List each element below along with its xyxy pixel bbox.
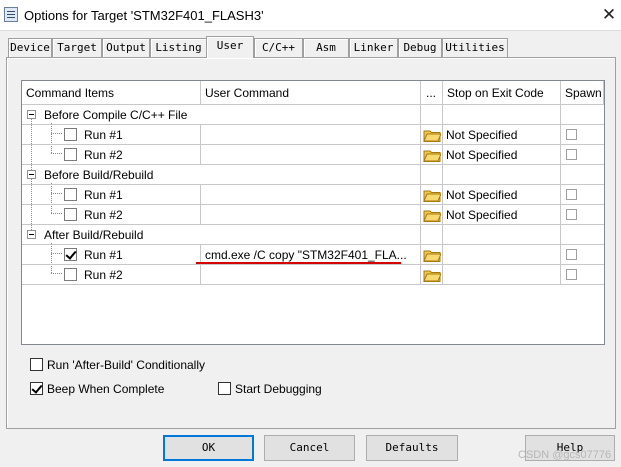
group-row[interactable]: Before Build/Rebuild (22, 165, 604, 185)
spawn-checkbox[interactable] (566, 189, 577, 200)
tab-c-cpp[interactable]: C/C++ (254, 38, 303, 57)
stop-on-exit-code-value[interactable]: Not Specified (446, 208, 517, 222)
command-row[interactable]: Not Specified Run #2 (22, 205, 604, 225)
group-row[interactable]: After Build/Rebuild (22, 225, 604, 245)
group-label: Before Build/Rebuild (44, 168, 154, 182)
collapse-icon[interactable] (27, 110, 36, 119)
tab-linker[interactable]: Linker (349, 38, 398, 57)
tab-output[interactable]: Output (102, 38, 150, 57)
tab-asm[interactable]: Asm (303, 38, 349, 57)
browse-folder-icon[interactable] (423, 208, 441, 222)
col-header-user-command[interactable]: User Command (201, 81, 421, 105)
command-row[interactable]: Run #2 (22, 265, 604, 285)
beep-when-complete-label[interactable]: Beep When Complete (47, 382, 164, 396)
stop-on-exit-code-value[interactable]: Not Specified (446, 148, 517, 162)
tab-listing[interactable]: Listing (150, 38, 207, 57)
tab-debug[interactable]: Debug (398, 38, 442, 57)
col-header-spawn[interactable]: Spawn (561, 81, 604, 105)
group-row[interactable]: Before Compile C/C++ File (22, 105, 604, 125)
run-label: Run #2 (84, 208, 123, 222)
spawn-checkbox[interactable] (566, 249, 577, 260)
tab-device[interactable]: Device (8, 38, 52, 57)
browse-folder-icon[interactable] (423, 148, 441, 162)
beep-when-complete-checkbox[interactable] (30, 382, 43, 395)
run-label: Run #2 (84, 268, 123, 282)
title-bar: Options for Target 'STM32F401_FLASH3' ✕ (0, 0, 621, 31)
run-label: Run #1 (84, 188, 123, 202)
user-command-text[interactable]: cmd.exe /C copy "STM32F401_FLA... (205, 248, 407, 262)
tab-target[interactable]: Target (52, 38, 102, 57)
window-title: Options for Target 'STM32F401_FLASH3' (24, 8, 264, 23)
run-label: Run #2 (84, 148, 123, 162)
browse-folder-icon[interactable] (423, 188, 441, 202)
ok-button[interactable]: OK (163, 435, 254, 461)
run-checkbox[interactable] (64, 208, 77, 221)
command-row[interactable]: Not Specified Run #2 (22, 145, 604, 165)
browse-folder-icon[interactable] (423, 248, 441, 262)
app-icon (4, 7, 18, 22)
col-header-browse[interactable]: ... (421, 81, 443, 105)
run-checkbox[interactable] (64, 268, 77, 281)
group-label: Before Compile C/C++ File (44, 108, 188, 122)
run-checkbox-checked[interactable] (64, 248, 77, 261)
spawn-checkbox[interactable] (566, 129, 577, 140)
group-label: After Build/Rebuild (44, 228, 144, 242)
stop-on-exit-code-value[interactable]: Not Specified (446, 188, 517, 202)
annotation-underline (196, 262, 401, 264)
run-checkbox[interactable] (64, 188, 77, 201)
spawn-checkbox[interactable] (566, 209, 577, 220)
close-icon[interactable]: ✕ (598, 4, 620, 26)
run-checkbox[interactable] (64, 148, 77, 161)
col-header-command-items[interactable]: Command Items (22, 81, 201, 105)
command-row[interactable]: Not Specified Run #1 (22, 185, 604, 205)
browse-folder-icon[interactable] (423, 128, 441, 142)
collapse-icon[interactable] (27, 230, 36, 239)
start-debugging-label[interactable]: Start Debugging (235, 382, 322, 396)
run-after-build-checkbox[interactable] (30, 358, 43, 371)
start-debugging-checkbox[interactable] (218, 382, 231, 395)
collapse-icon[interactable] (27, 170, 36, 179)
spawn-checkbox[interactable] (566, 149, 577, 160)
tab-utilities[interactable]: Utilities (442, 38, 508, 57)
browse-folder-icon[interactable] (423, 268, 441, 282)
col-header-stop-on-exit-code[interactable]: Stop on Exit Code (443, 81, 561, 105)
watermark: CSDN @gcs07776 (518, 449, 612, 461)
stop-on-exit-code-value[interactable]: Not Specified (446, 128, 517, 142)
run-label: Run #1 (84, 248, 123, 262)
command-row[interactable]: Not Specified Run #1 (22, 125, 604, 145)
cancel-button[interactable]: Cancel (264, 435, 355, 461)
spawn-checkbox[interactable] (566, 269, 577, 280)
user-commands-grid: Command Items User Command ... Stop on E… (21, 80, 605, 345)
tab-user[interactable]: User (206, 36, 254, 58)
run-after-build-label[interactable]: Run 'After-Build' Conditionally (47, 358, 205, 372)
run-checkbox[interactable] (64, 128, 77, 141)
defaults-button[interactable]: Defaults (366, 435, 458, 461)
run-label: Run #1 (84, 128, 123, 142)
